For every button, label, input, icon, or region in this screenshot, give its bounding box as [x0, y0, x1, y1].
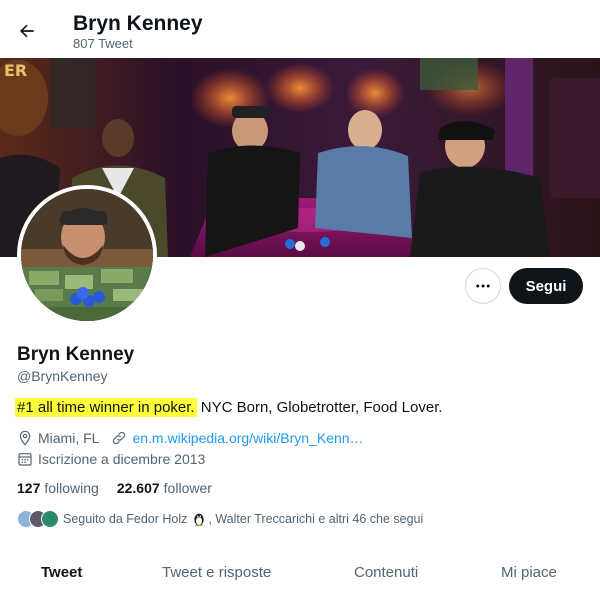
website-item[interactable]: en.m.wikipedia.org/wiki/Bryn_Kenn… — [111, 430, 364, 446]
back-button[interactable] — [12, 16, 42, 46]
follow-button[interactable]: Segui — [509, 268, 583, 304]
followed-by-suffix: , Walter Treccarichi e altri 46 che segu… — [208, 512, 424, 526]
follow-counts: 127 following 22.607 follower — [17, 480, 212, 496]
profile-header: Bryn Kenney 807 Tweet — [0, 0, 600, 58]
svg-text:ER: ER — [4, 61, 27, 80]
profile-bio: #1 all time winner in poker. NYC Born, G… — [15, 398, 443, 417]
followed-by-row[interactable]: Seguito da Fedor Holz , Walter Treccaric… — [17, 510, 423, 528]
location-text: Miami, FL — [38, 430, 100, 446]
tab-tweet-e-risposte[interactable]: Tweet e risposte — [162, 564, 271, 581]
avatar-photo — [21, 189, 153, 321]
more-dots-icon — [476, 284, 490, 288]
joined-row: Iscrizione a dicembre 2013 — [17, 451, 205, 467]
following-count-link[interactable]: 127 following — [17, 480, 99, 496]
arrow-left-icon — [20, 24, 34, 38]
profile-handle: @BrynKenney — [17, 368, 108, 384]
joined-text: Iscrizione a dicembre 2013 — [38, 451, 206, 467]
more-options-button[interactable] — [465, 268, 501, 304]
location-pin-icon — [19, 430, 31, 446]
profile-name: Bryn Kenney — [17, 344, 135, 365]
bio-text: NYC Born, Globetrotter, Food Lover. — [196, 399, 443, 416]
link-icon — [113, 431, 126, 445]
penguin-emoji-icon — [194, 513, 205, 527]
header-tweet-count: 807 Tweet — [73, 36, 133, 51]
followed-by-avatars — [17, 510, 59, 528]
followers-count: 22.607 — [116, 480, 160, 496]
tab-tweet[interactable]: Tweet — [41, 564, 82, 581]
tab-contenuti[interactable]: Contenuti — [354, 564, 418, 581]
calendar-icon — [18, 453, 32, 466]
profile-avatar[interactable] — [17, 185, 157, 325]
header-name: Bryn Kenney — [73, 12, 203, 35]
follower-avatar — [41, 510, 59, 528]
following-count: 127 — [17, 480, 41, 496]
location-item: Miami, FL — [17, 430, 99, 446]
tab-mi-piace[interactable]: Mi piace — [501, 564, 557, 581]
following-label: following — [44, 480, 99, 496]
website-link[interactable]: en.m.wikipedia.org/wiki/Bryn_Kenn… — [132, 430, 363, 446]
bio-highlight: #1 all time winner in poker. — [15, 398, 197, 417]
followers-count-link[interactable]: 22.607 follower — [117, 480, 212, 496]
followers-label: follower — [163, 480, 212, 496]
profile-tabs: Tweet Tweet e risposte Contenuti Mi piac… — [0, 552, 600, 592]
followed-by-prefix: Seguito da Fedor Holz — [63, 512, 188, 526]
profile-meta-row: Miami, FL en.m.wikipedia.org/wiki/Bryn_K… — [17, 430, 364, 446]
